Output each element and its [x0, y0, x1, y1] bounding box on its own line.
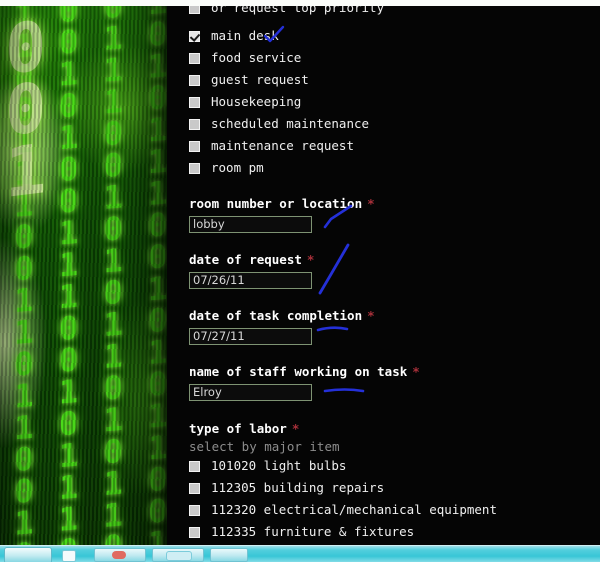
taskbar-window-3[interactable]: [210, 548, 248, 562]
required-asterisk: *: [306, 252, 315, 267]
checkbox-food-service[interactable]: [189, 53, 200, 64]
required-asterisk: *: [291, 421, 300, 436]
checkbox-row-1[interactable]: main desk: [167, 27, 600, 48]
start-button[interactable]: [4, 547, 52, 562]
wallpaper-vignette: [0, 6, 167, 545]
checkbox-housekeeping[interactable]: [189, 97, 200, 108]
label-text: date of request: [189, 252, 302, 267]
label-text: room number or location: [189, 196, 363, 211]
checkbox-label: main desk: [211, 28, 279, 43]
hint-select-by-major-item: select by major item: [189, 439, 340, 454]
wallpaper-gradient-layer: 1 0 1 1 0 0 1 0 0 1 0 0 1 1 0 1 1 1 0 1 …: [0, 6, 167, 545]
label-text: date of task completion: [189, 308, 363, 323]
labor-row-3[interactable]: 112335 furniture & fixtures: [167, 523, 600, 544]
input-room-number-or-location[interactable]: lobby: [189, 216, 312, 233]
checkbox-room-pm[interactable]: [189, 163, 200, 174]
checkbox-or-request-top-priority[interactable]: [189, 6, 200, 14]
checkbox-row-7[interactable]: room pm: [167, 159, 600, 180]
checkbox-row-4[interactable]: Housekeeping: [167, 93, 600, 114]
web-form-panel: or request top priority main desk food s…: [167, 6, 600, 545]
required-asterisk: *: [412, 364, 420, 379]
label-text: name of staff working on task: [189, 364, 408, 379]
checkbox-label: 112335 furniture & fixtures: [211, 524, 415, 539]
input-date-of-task-completion[interactable]: 07/27/11: [189, 328, 312, 345]
labor-row-1[interactable]: 112305 building repairs: [167, 479, 600, 500]
label-date-of-task-completion: date of task completion *: [189, 308, 375, 324]
input-date-of-request[interactable]: 07/26/11: [189, 272, 312, 289]
taskbar-window-1-icon[interactable]: [112, 551, 126, 559]
checkbox-row-6[interactable]: maintenance request: [167, 137, 600, 158]
checkbox-maintenance-request[interactable]: [189, 141, 200, 152]
screen: 1 0 1 1 0 0 1 0 0 1 0 0 1 1 0 1 1 1 0 1 …: [0, 0, 600, 562]
label-date-of-request: date of request *: [189, 252, 314, 268]
taskbar[interactable]: [0, 545, 600, 562]
checkbox-label: 112320 electrical/mechanical equipment: [211, 502, 497, 517]
labor-row-2[interactable]: 112320 electrical/mechanical equipment: [167, 501, 600, 522]
input-name-of-staff[interactable]: Elroy: [189, 384, 312, 401]
checkbox-label: guest request: [211, 72, 309, 87]
checkbox-main-desk[interactable]: [189, 31, 200, 42]
checkbox-row-3[interactable]: guest request: [167, 71, 600, 92]
checkbox-112305-building-repairs[interactable]: [189, 483, 200, 494]
checkbox-label: scheduled maintenance: [211, 116, 370, 131]
checkbox-row-2[interactable]: food service: [167, 49, 600, 70]
checkbox-label: room pm: [211, 160, 264, 175]
label-room-number-or-location: room number or location *: [189, 196, 375, 212]
taskbar-quicklaunch-icon[interactable]: [62, 550, 76, 562]
label-name-of-staff: name of staff working on task *: [189, 364, 420, 380]
checkbox-guest-request[interactable]: [189, 75, 200, 86]
checkbox-label: food service: [211, 50, 302, 65]
checkbox-label: or request top priority: [211, 6, 385, 15]
taskbar-window-2-icon[interactable]: [166, 551, 192, 561]
label-text: type of labor: [189, 421, 287, 436]
checkbox-label: 112305 building repairs: [211, 480, 385, 495]
checkbox-label: 101020 light bulbs: [211, 458, 347, 473]
required-asterisk: *: [367, 308, 375, 323]
checkbox-scheduled-maintenance[interactable]: [189, 119, 200, 130]
checkbox-row-0[interactable]: or request top priority: [167, 6, 600, 20]
checkbox-101020-light-bulbs[interactable]: [189, 461, 200, 472]
label-type-of-labor: type of labor *: [189, 421, 299, 437]
checkbox-112320-electrical-mechanical-equipment[interactable]: [189, 505, 200, 516]
desktop-wallpaper: 1 0 1 1 0 0 1 0 0 1 0 0 1 1 0 1 1 1 0 1 …: [0, 6, 167, 545]
checkbox-label: Housekeeping: [211, 94, 302, 109]
required-asterisk: *: [367, 196, 375, 211]
checkbox-label: maintenance request: [211, 138, 354, 153]
checkbox-row-5[interactable]: scheduled maintenance: [167, 115, 600, 136]
checkbox-112335-furniture-fixtures[interactable]: [189, 527, 200, 538]
labor-row-0[interactable]: 101020 light bulbs: [167, 457, 600, 478]
